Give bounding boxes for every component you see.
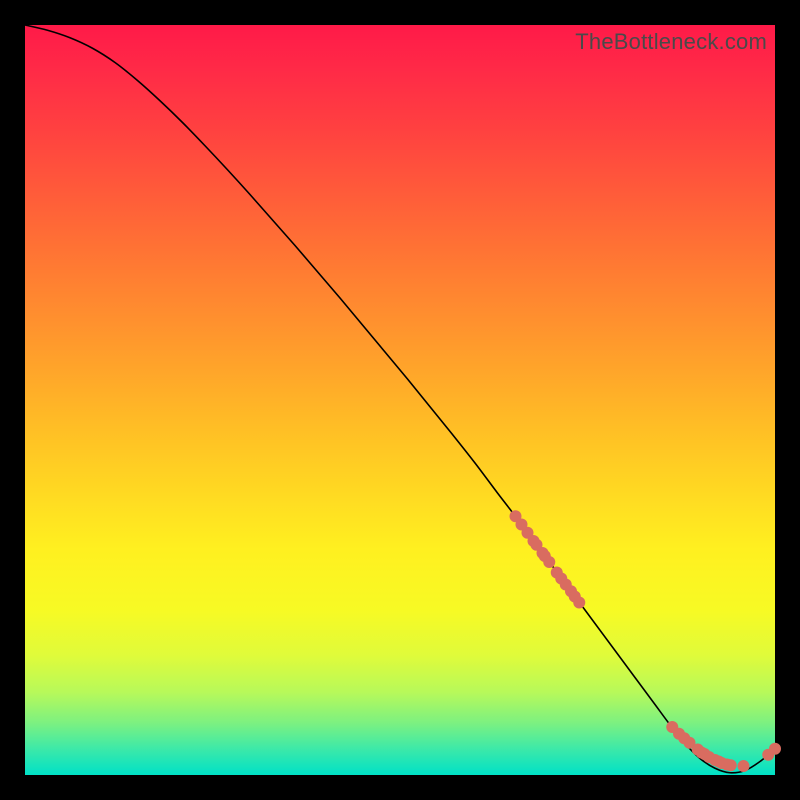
- highlight-markers: [510, 510, 782, 772]
- plot-area: TheBottleneck.com: [25, 25, 775, 775]
- bottleneck-curve: [25, 25, 775, 773]
- marker-point: [573, 597, 585, 609]
- marker-point: [738, 760, 750, 772]
- curve-layer: [25, 25, 775, 775]
- marker-point: [725, 759, 737, 771]
- chart-canvas: TheBottleneck.com: [0, 0, 800, 800]
- marker-point: [543, 556, 555, 568]
- marker-point: [769, 743, 781, 755]
